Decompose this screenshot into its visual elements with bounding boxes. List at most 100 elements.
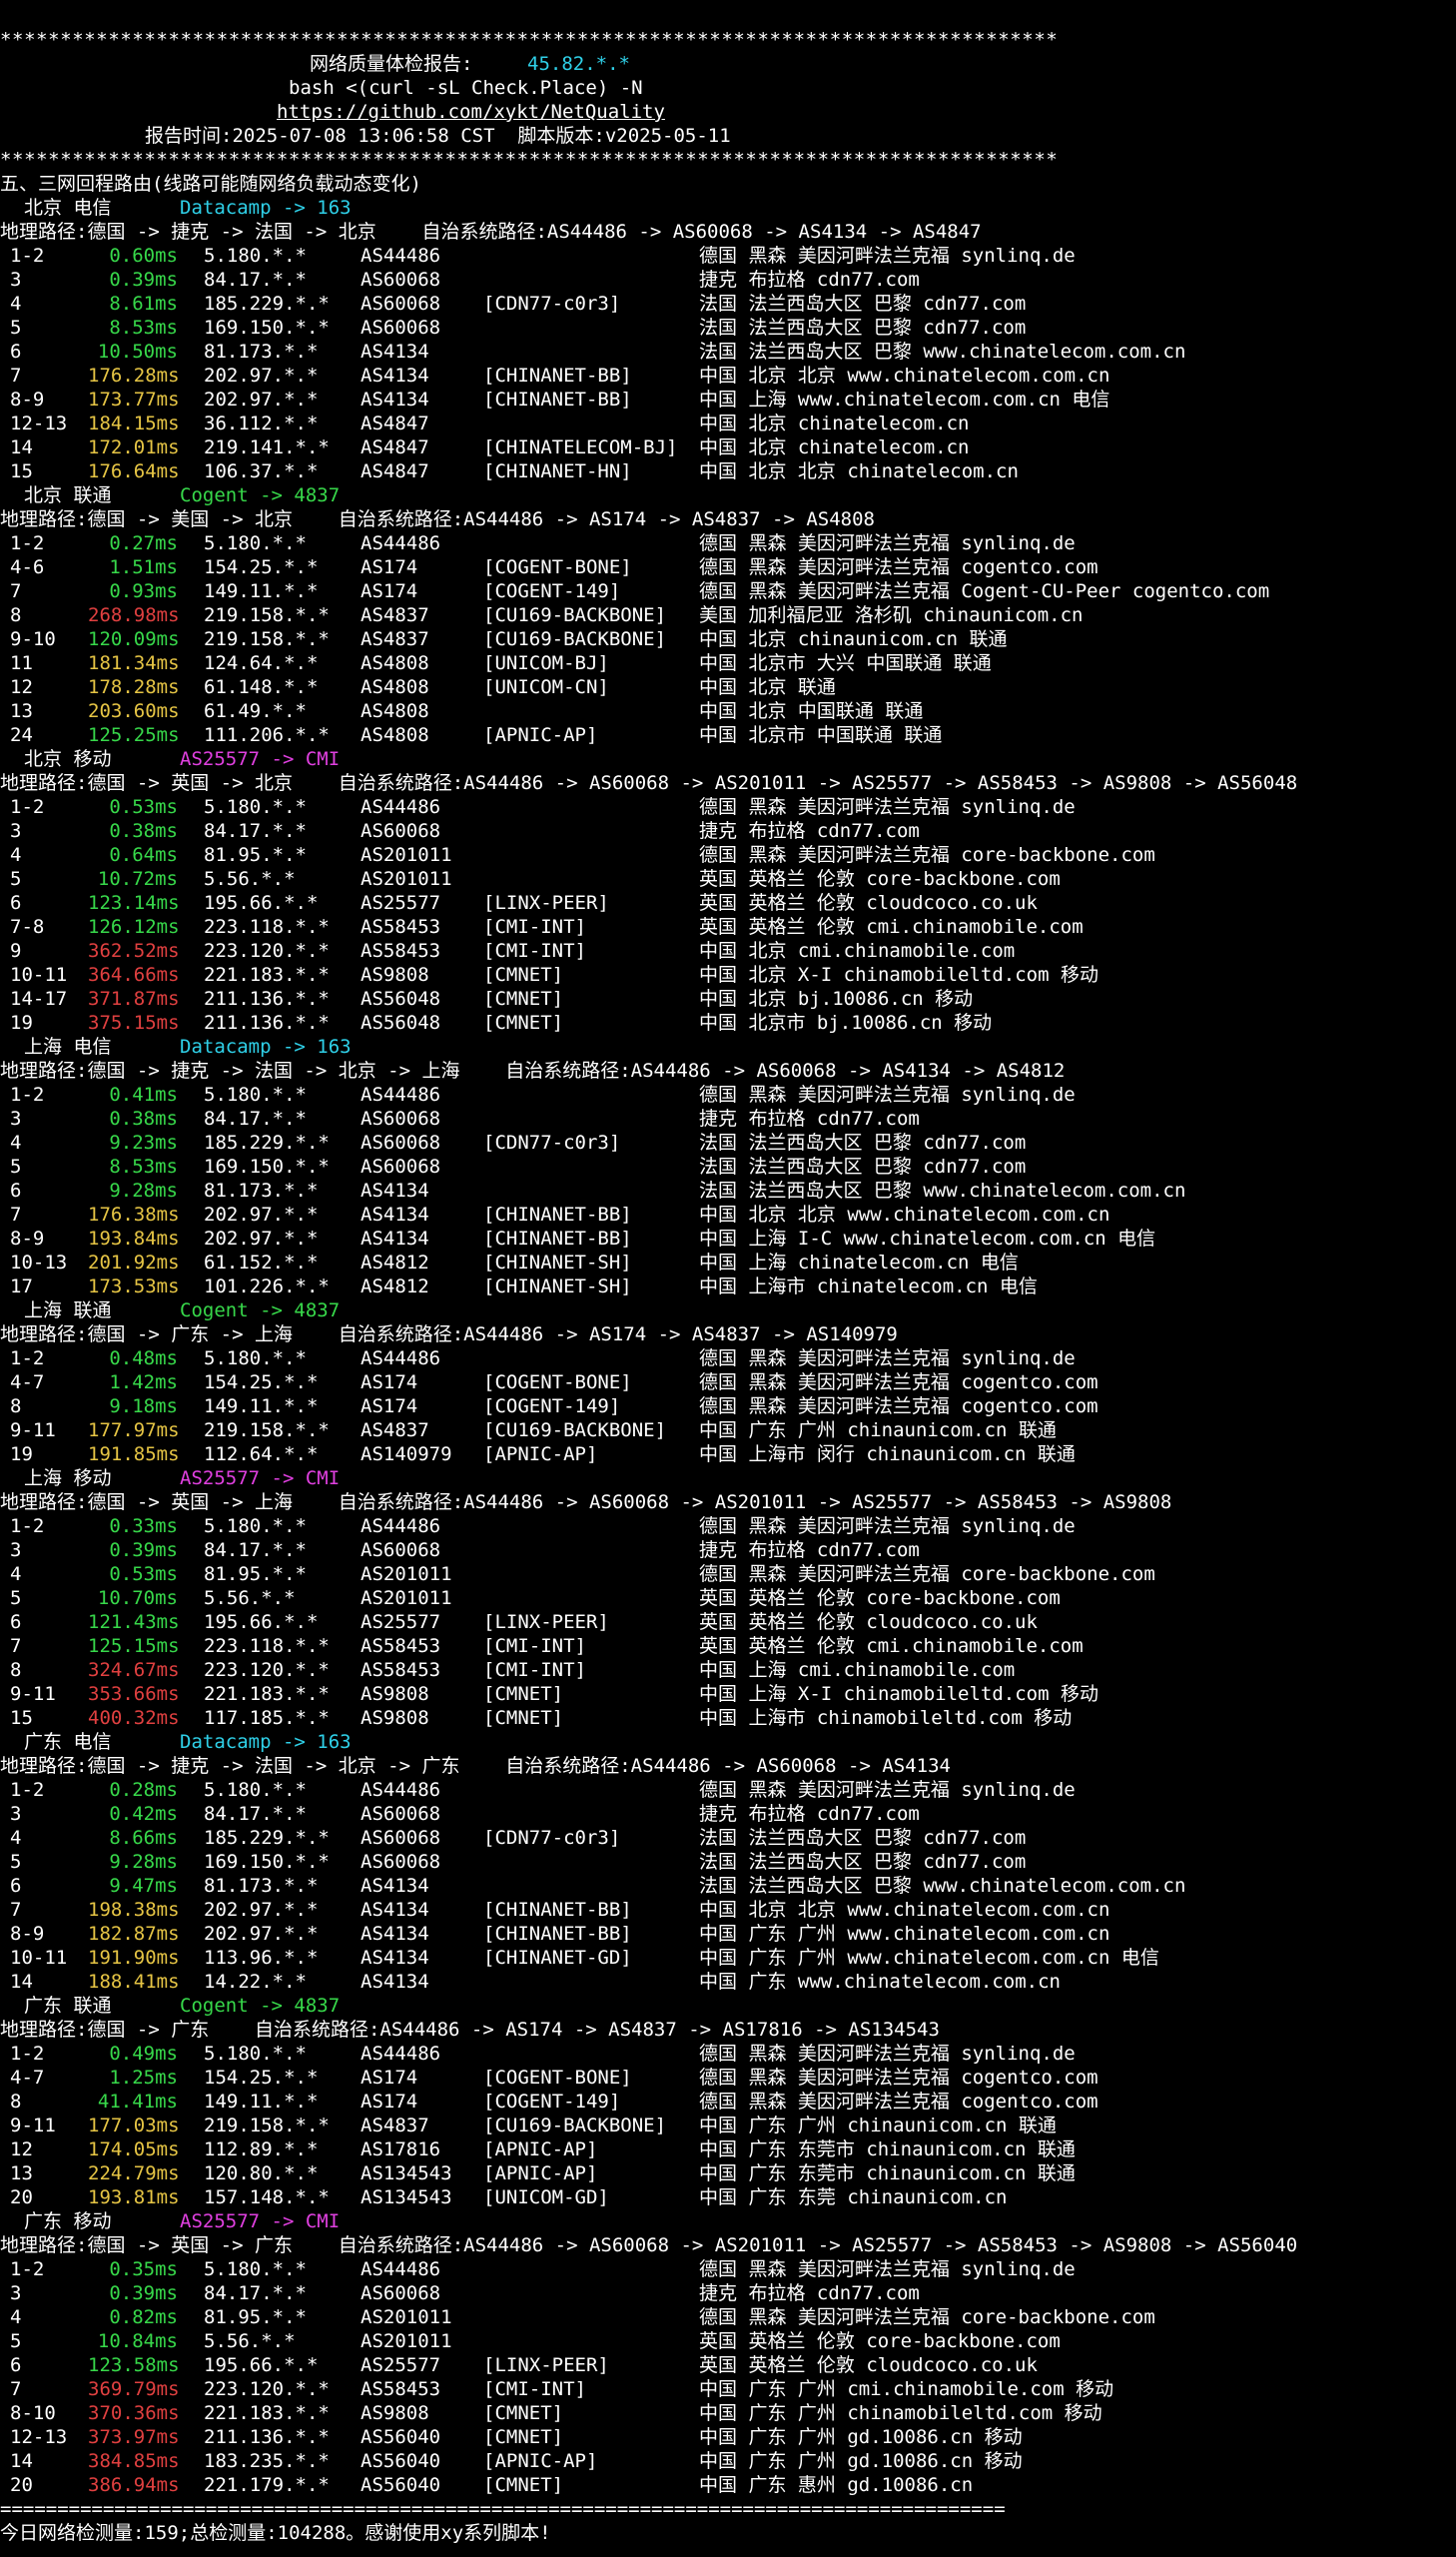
- route-city: 广东 移动: [24, 2210, 112, 2232]
- hop-number: 4: [10, 844, 22, 866]
- hop-ip: 223.118.*.*: [204, 1635, 330, 1657]
- hop-number: 6: [10, 1611, 22, 1633]
- hop-ip: 149.11.*.*: [204, 1395, 319, 1417]
- hop-ip: 202.97.*.*: [204, 389, 319, 411]
- hop-latency: 176.64ms: [88, 460, 180, 482]
- hop-ip: 84.17.*.*: [204, 1108, 307, 1130]
- hop-geo: 法国 法兰西岛大区 巴黎 cdn77.com: [699, 1827, 1027, 1849]
- hop-latency: 362.52ms: [88, 940, 180, 962]
- hop-tag: [CMI-INT]: [483, 1635, 586, 1657]
- hop-latency: 182.87ms: [88, 1923, 180, 1945]
- hop-latency: 8.61ms: [109, 293, 178, 315]
- hop-asn: AS56040: [361, 2426, 441, 2448]
- hop-asn: AS4837: [361, 1419, 429, 1441]
- hop-asn: AS56040: [361, 2474, 441, 2496]
- route-carrier: Datacamp -> 163: [180, 1731, 352, 1753]
- hop-row: 14 188.41ms 14.22.*.* AS4134 中国 广东 www.china…: [0, 1970, 1456, 1994]
- hop-tag: [CHINANET-GD]: [483, 1947, 632, 1969]
- hop-geo: 中国 北京 北京 www.chinatelecom.com.cn: [699, 365, 1110, 387]
- hop-tag: [CMNET]: [483, 1683, 564, 1705]
- hop-geo: 德国 黑森 美因河畔法兰克福 cogentco.com: [699, 2067, 1098, 2089]
- hop-geo: 英国 英格兰 伦敦 cloudcoco.co.uk: [699, 2354, 1038, 2376]
- report-ip: 45.82.*.*: [527, 53, 630, 75]
- hop-ip: 169.150.*.*: [204, 1851, 330, 1873]
- route-path: 地理路径:德国 -> 英国 -> 上海 自治系统路径:AS44486 -> AS…: [0, 1491, 1172, 1513]
- hop-geo: 中国 广东 广州 chinamobileltd.com 移动: [699, 2402, 1102, 2424]
- route-header: 广东 联通 Cogent -> 4837: [0, 1994, 1456, 2018]
- hop-latency: 1.25ms: [109, 2067, 178, 2089]
- hop-number: 9-10: [10, 628, 56, 650]
- hop-asn: AS201011: [361, 2306, 452, 2328]
- hop-ip: 124.64.*.*: [204, 652, 319, 674]
- hop-latency: 173.77ms: [88, 389, 180, 411]
- hop-geo: 英国 英格兰 伦敦 cloudcoco.co.uk: [699, 892, 1038, 914]
- hop-number: 4: [10, 293, 22, 315]
- hop-ip: 101.226.*.*: [204, 1276, 330, 1297]
- hop-number: 7: [10, 365, 22, 387]
- hop-number: 5: [10, 2330, 22, 2352]
- hop-tag: [CMNET]: [483, 2474, 564, 2496]
- hop-geo: 中国 北京市 大兴 中国联通 联通: [699, 652, 992, 674]
- route-header: 北京 移动 AS25577 -> CMI: [0, 747, 1456, 771]
- hop-asn: AS56048: [361, 1012, 441, 1034]
- hop-row: 8 324.67ms 223.120.*.* AS58453 [CMI-INT] 中国 上…: [0, 1658, 1456, 1682]
- hop-ip: 81.173.*.*: [204, 1875, 319, 1897]
- hop-latency: 126.12ms: [88, 916, 180, 938]
- hop-row: 3 0.38ms 84.17.*.* AS60068 捷克 布拉格 cdn77.com: [0, 819, 1456, 843]
- hop-number: 10-11: [10, 964, 68, 986]
- hop-asn: AS60068: [361, 820, 441, 842]
- hop-ip: 5.56.*.*: [204, 1587, 296, 1609]
- hop-row: 19 191.85ms 112.64.*.* AS140979 [APNIC-AP] 中国…: [0, 1442, 1456, 1466]
- hop-asn: AS4134: [361, 1971, 429, 1993]
- route-carrier: Datacamp -> 163: [180, 1036, 352, 1058]
- hop-number: 14: [10, 1971, 33, 1993]
- route-path: 地理路径:德国 -> 美国 -> 北京 自治系统路径:AS44486 -> AS…: [0, 508, 875, 530]
- hop-geo: 中国 北京 北京 chinatelecom.cn: [699, 460, 1019, 482]
- hop-row: 20 193.81ms 157.148.*.* AS134543 [UNICOM-GD]…: [0, 2185, 1456, 2209]
- hop-number: 7: [10, 580, 22, 602]
- section-title-line: 五、三网回程路由(线路可能随网络负载动态变化): [0, 172, 1456, 196]
- hop-latency: 0.39ms: [109, 1539, 178, 1561]
- hop-number: 1-2: [10, 2043, 45, 2065]
- hop-row: 8 41.41ms 149.11.*.* AS174 [COGENT-149] 德国 黑森…: [0, 2090, 1456, 2114]
- hop-number: 4: [10, 2306, 22, 2328]
- hop-number: 4-7: [10, 1371, 45, 1393]
- hop-number: 12: [10, 2138, 33, 2160]
- hop-row: 1-2 0.60ms 5.180.*.* AS44486 德国 黑森 美因河畔法兰克福 …: [0, 244, 1456, 268]
- hop-number: 4: [10, 1827, 22, 1849]
- hop-geo: 中国 广东 广州 cmi.chinamobile.com 移动: [699, 2378, 1114, 2400]
- hop-asn: AS201011: [361, 868, 452, 890]
- hop-ip: 149.11.*.*: [204, 2091, 319, 2113]
- hop-asn: AS4808: [361, 724, 429, 746]
- hop-latency: 369.79ms: [88, 2378, 180, 2400]
- hop-number: 13: [10, 2162, 33, 2184]
- hop-ip: 84.17.*.*: [204, 2282, 307, 2304]
- hop-geo: 中国 广东 广州 chinaunicom.cn 联通: [699, 2115, 1057, 2136]
- hop-number: 9-11: [10, 1683, 56, 1705]
- hop-latency: 9.18ms: [109, 1395, 178, 1417]
- route-header: 广东 移动 AS25577 -> CMI: [0, 2209, 1456, 2233]
- hop-geo: 捷克 布拉格 cdn77.com: [699, 1803, 920, 1825]
- hop-number: 3: [10, 2282, 22, 2304]
- hop-row: 5 10.72ms 5.56.*.* AS201011 英国 英格兰 伦敦 core-b…: [0, 867, 1456, 891]
- hop-asn: AS4847: [361, 460, 429, 482]
- hop-row: 1-2 0.49ms 5.180.*.* AS44486 德国 黑森 美因河畔法兰克福 …: [0, 2042, 1456, 2066]
- hop-asn: AS174: [361, 2067, 418, 2089]
- hop-number: 8: [10, 604, 22, 626]
- route-carrier: AS25577 -> CMI: [180, 2210, 341, 2232]
- hop-ip: 195.66.*.*: [204, 892, 319, 914]
- github-link[interactable]: https://github.com/xykt/NetQuality: [277, 100, 665, 124]
- hop-ip: 202.97.*.*: [204, 1923, 319, 1945]
- hop-tag: [CMNET]: [483, 2402, 564, 2424]
- hop-ip: 202.97.*.*: [204, 1899, 319, 1921]
- hop-asn: AS44486: [361, 2043, 441, 2065]
- hop-number: 14: [10, 436, 33, 458]
- hop-latency: 224.79ms: [88, 2162, 180, 2184]
- hop-latency: 176.38ms: [88, 1204, 180, 1226]
- hop-number: 11: [10, 652, 33, 674]
- hop-geo: 法国 法兰西岛大区 巴黎 www.chinatelecom.com.cn: [699, 1875, 1186, 1897]
- hop-row: 15 176.64ms 106.37.*.* AS4847 [CHINANET-HN] 中…: [0, 459, 1456, 483]
- hop-ip: 149.11.*.*: [204, 580, 319, 602]
- hop-latency: 0.28ms: [109, 1779, 178, 1801]
- hop-number: 1-2: [10, 1779, 45, 1801]
